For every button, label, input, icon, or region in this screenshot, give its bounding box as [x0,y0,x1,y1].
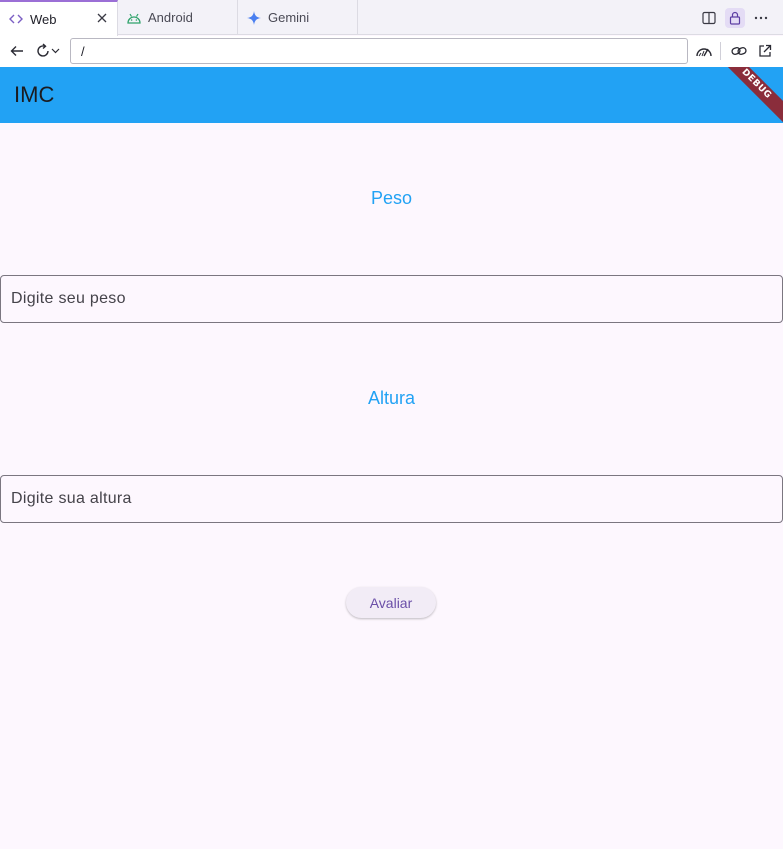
page-title: IMC [14,82,55,107]
chevron-down-icon[interactable] [49,41,61,61]
split-view-icon[interactable] [699,8,719,28]
peso-label: Peso [370,188,413,208]
link-icon[interactable] [729,41,749,61]
avaliar-button[interactable]: Avaliar [346,587,436,618]
navigation-bar [0,36,783,67]
tab-web-label: Web [30,11,57,27]
toolbar-divider [720,42,721,60]
more-options-icon[interactable] [751,8,771,28]
altura-input[interactable] [1,476,782,522]
performance-gauge-icon[interactable] [694,41,714,61]
lock-icon[interactable] [725,8,745,28]
tab-android-label: Android [148,10,193,25]
tab-strip: Web Android Gemini [0,0,783,36]
android-icon [126,10,142,26]
back-arrow-icon[interactable] [7,41,27,61]
code-icon [8,11,24,27]
tab-gemini[interactable]: Gemini [238,0,358,35]
open-external-icon[interactable] [755,41,775,61]
tab-android[interactable]: Android [118,0,238,35]
app-bar: IMC DEBUG [0,67,783,123]
url-input[interactable] [70,38,688,64]
altura-label: Altura [367,388,416,408]
tab-web[interactable]: Web [0,0,118,36]
altura-field[interactable] [0,475,783,523]
peso-input[interactable] [1,276,782,322]
debug-banner: DEBUG [711,67,783,123]
tab-gemini-label: Gemini [268,10,310,25]
peso-field[interactable] [0,275,783,323]
gemini-sparkle-icon [246,10,262,26]
close-tab-icon[interactable] [95,11,109,25]
